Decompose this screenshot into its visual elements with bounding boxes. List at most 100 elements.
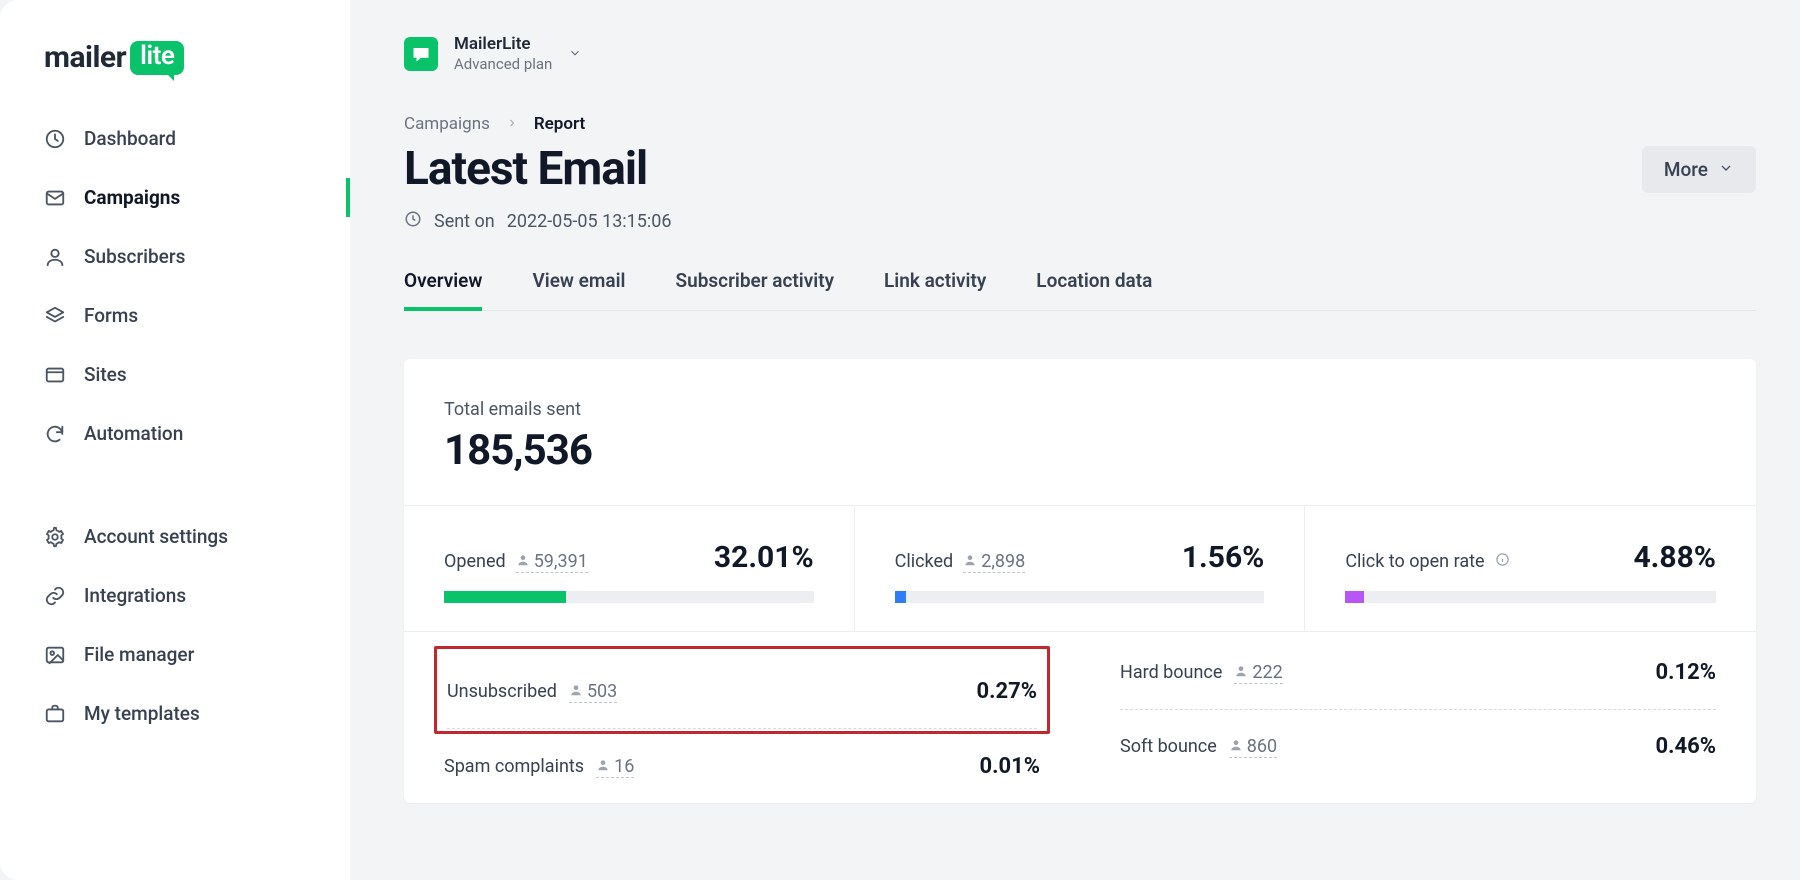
breadcrumb-root[interactable]: Campaigns — [404, 114, 490, 134]
stat-soft-bounce: Soft bounce 860 0.46% — [1120, 710, 1716, 783]
sidebar: mailer lite Dashboard Campaigns Subscrib… — [0, 0, 350, 880]
stat-label: Soft bounce — [1120, 736, 1217, 757]
tab-view-email[interactable]: View email — [532, 269, 625, 310]
nav-label: Account settings — [84, 525, 228, 548]
progress-bar — [895, 591, 1265, 603]
sidebar-item-campaigns[interactable]: Campaigns — [0, 168, 350, 227]
stat-count[interactable]: 16 — [596, 756, 634, 778]
account-avatar — [404, 37, 438, 71]
breadcrumb: Campaigns Report — [404, 114, 1756, 134]
stat-pct: 0.01% — [979, 754, 1040, 779]
layers-icon — [44, 305, 66, 327]
browser-icon — [44, 364, 66, 386]
more-button[interactable]: More — [1642, 146, 1756, 193]
tab-location-data[interactable]: Location data — [1036, 269, 1152, 310]
stat-unsubscribed: Unsubscribed 503 0.27% — [447, 655, 1037, 729]
total-emails-label: Total emails sent — [444, 399, 1716, 420]
gear-icon — [44, 526, 66, 548]
nav-label: Dashboard — [84, 127, 176, 150]
stat-pct: 0.46% — [1655, 734, 1716, 759]
link-icon — [44, 585, 66, 607]
sent-at: 2022-05-05 13:15:06 — [507, 211, 672, 232]
mail-icon — [44, 187, 66, 209]
tab-overview[interactable]: Overview — [404, 269, 482, 310]
user-icon — [44, 246, 66, 268]
metric-label: Opened — [444, 551, 506, 572]
main-content: MailerLite Advanced plan Campaigns Repor… — [350, 0, 1800, 880]
account-plan: Advanced plan — [454, 55, 552, 74]
primary-nav: Dashboard Campaigns Subscribers Forms Si… — [0, 109, 350, 743]
overview-card: Total emails sent 185,536 Opened 59,391 … — [404, 359, 1756, 803]
brand-word-2: lite — [130, 41, 184, 75]
sidebar-item-account-settings[interactable]: Account settings — [0, 507, 350, 566]
stat-label: Spam complaints — [444, 756, 584, 777]
clock-icon — [44, 128, 66, 150]
sidebar-item-sites[interactable]: Sites — [0, 345, 350, 404]
sidebar-item-file-manager[interactable]: File manager — [0, 625, 350, 684]
person-icon — [1234, 662, 1248, 683]
stat-label: Hard bounce — [1120, 662, 1222, 683]
chevron-down-icon — [568, 45, 582, 64]
person-icon — [963, 551, 977, 572]
progress-bar — [444, 591, 814, 603]
metric-pct: 1.56% — [1182, 540, 1265, 575]
person-icon — [569, 681, 583, 702]
stat-hard-bounce: Hard bounce 222 0.12% — [1120, 632, 1716, 710]
nav-label: Campaigns — [84, 186, 180, 209]
progress-bar — [1345, 591, 1716, 603]
metric-pct: 32.01% — [714, 540, 814, 575]
stat-pct: 0.27% — [976, 679, 1037, 704]
nav-label: File manager — [84, 643, 194, 666]
clock-icon — [404, 210, 422, 233]
nav-label: Subscribers — [84, 245, 185, 268]
person-icon — [1229, 736, 1243, 757]
chevron-right-icon — [506, 114, 518, 134]
brand-logo[interactable]: mailer lite — [0, 40, 350, 109]
nav-label: Integrations — [84, 584, 186, 607]
sidebar-item-dashboard[interactable]: Dashboard — [0, 109, 350, 168]
highlight-unsubscribed: Unsubscribed 503 0.27% — [434, 646, 1050, 734]
report-tabs: Overview View email Subscriber activity … — [404, 269, 1756, 311]
sidebar-item-automation[interactable]: Automation — [0, 404, 350, 463]
stat-spam: Spam complaints 16 0.01% — [444, 730, 1040, 803]
sent-timestamp: Sent on 2022-05-05 13:15:06 — [404, 210, 1756, 233]
tab-subscriber-activity[interactable]: Subscriber activity — [676, 269, 835, 310]
metric-count[interactable]: 59,391 — [516, 551, 588, 573]
metric-label: Clicked — [895, 551, 954, 572]
metric-clicked: Clicked 2,898 1.56% — [855, 506, 1306, 631]
nav-label: Sites — [84, 363, 127, 386]
sidebar-item-integrations[interactable]: Integrations — [0, 566, 350, 625]
nav-label: Automation — [84, 422, 183, 445]
metric-ctor: Click to open rate 4.88% — [1305, 506, 1756, 631]
progress-fill-opened — [444, 591, 566, 603]
metric-label: Click to open rate — [1345, 551, 1484, 572]
sidebar-item-my-templates[interactable]: My templates — [0, 684, 350, 743]
page-title: Latest Email — [404, 142, 647, 196]
total-emails-value: 185,536 — [444, 426, 1716, 475]
account-name: MailerLite — [454, 34, 552, 55]
nav-label: Forms — [84, 304, 138, 327]
metric-count[interactable]: 2,898 — [963, 551, 1025, 573]
stat-pct: 0.12% — [1655, 660, 1716, 685]
info-icon[interactable] — [1495, 551, 1510, 572]
sent-prefix: Sent on — [434, 211, 495, 232]
person-icon — [516, 551, 530, 572]
progress-fill-clicked — [895, 591, 906, 603]
sidebar-item-subscribers[interactable]: Subscribers — [0, 227, 350, 286]
briefcase-icon — [44, 703, 66, 725]
person-icon — [596, 756, 610, 777]
stat-count[interactable]: 503 — [569, 681, 617, 703]
progress-fill-ctor — [1345, 591, 1364, 603]
metric-pct: 4.88% — [1633, 540, 1716, 575]
refresh-icon — [44, 423, 66, 445]
stat-count[interactable]: 222 — [1234, 662, 1282, 684]
image-icon — [44, 644, 66, 666]
sidebar-item-forms[interactable]: Forms — [0, 286, 350, 345]
brand-word-1: mailer — [44, 40, 126, 75]
tab-link-activity[interactable]: Link activity — [884, 269, 986, 310]
account-switcher[interactable]: MailerLite Advanced plan — [404, 34, 1756, 74]
chevron-down-icon — [1718, 158, 1734, 181]
stat-count[interactable]: 860 — [1229, 736, 1277, 758]
more-label: More — [1664, 158, 1708, 181]
stat-label: Unsubscribed — [447, 681, 557, 702]
